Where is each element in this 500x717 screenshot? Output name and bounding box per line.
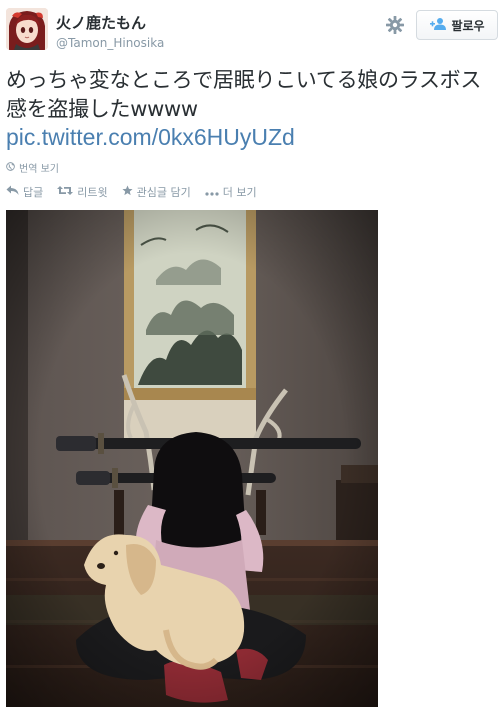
reply-label: 답글	[23, 186, 44, 199]
reply-button[interactable]: 답글	[6, 184, 43, 200]
favorite-label: 관심글 담기	[136, 186, 191, 199]
follow-button[interactable]: 팔로우	[416, 10, 498, 40]
more-button[interactable]: 더 보기	[205, 184, 257, 200]
retweet-button[interactable]: 리트윗	[57, 184, 108, 200]
display-name[interactable]: 火ノ鹿たもん	[56, 12, 146, 33]
favorite-button[interactable]: 관심글 담기	[122, 184, 191, 200]
more-dots-icon	[205, 186, 219, 199]
avatar-icon	[6, 8, 48, 50]
retweet-icon	[57, 185, 74, 199]
user-avatar[interactable]	[6, 8, 48, 50]
gear-icon[interactable]	[385, 15, 405, 35]
tweet-text: めっちゃ変なところで居眠りこいてる娘のラスボス感を盗撮したwwww	[6, 68, 482, 121]
tweet-actions: 답글 리트윗 관심글 담기 더 보기	[6, 184, 257, 200]
add-user-icon	[429, 16, 447, 35]
globe-icon	[6, 161, 15, 174]
translate-link[interactable]: 번역 보기	[6, 160, 59, 175]
retweet-label: 리트윗	[77, 186, 108, 199]
more-label: 더 보기	[222, 186, 257, 199]
screen-name[interactable]: @Tamon_Hinosika	[56, 36, 164, 50]
translate-label: 번역 보기	[19, 164, 59, 175]
star-icon	[122, 185, 133, 199]
tweet-card: 火ノ鹿たもん @Tamon_Hinosika 팔로우 めっちゃ変なところで居眠り…	[0, 0, 500, 717]
tweet-photo[interactable]	[6, 210, 378, 707]
tweet-media-link[interactable]: pic.twitter.com/0kx6HUyUZd	[6, 124, 295, 151]
photo-image	[6, 210, 378, 707]
follow-label: 팔로우	[451, 18, 485, 33]
reply-icon	[6, 185, 19, 199]
